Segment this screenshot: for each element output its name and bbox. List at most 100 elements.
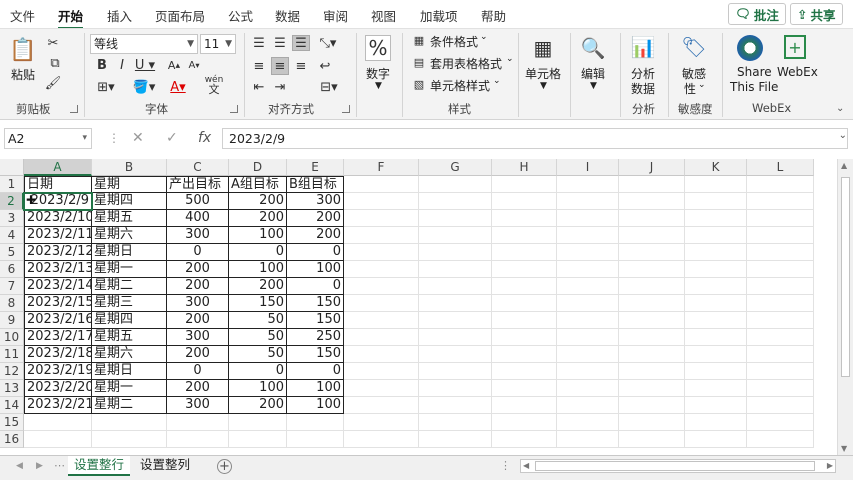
- row-header-12[interactable]: 12: [0, 363, 24, 380]
- borders-icon[interactable]: ⊞▾: [94, 79, 118, 95]
- format-painter-icon[interactable]: 🖌: [44, 75, 62, 91]
- tab-review[interactable]: 审阅: [323, 6, 348, 25]
- increase-indent-icon[interactable]: ⇥: [271, 79, 289, 95]
- header-cell[interactable]: 日期: [24, 176, 92, 193]
- empty-cell[interactable]: [557, 210, 619, 227]
- empty-cell[interactable]: [492, 346, 557, 363]
- paste-label[interactable]: 粘贴: [11, 66, 35, 83]
- wrap-text-icon[interactable]: ↩: [316, 57, 334, 75]
- empty-cell[interactable]: [619, 176, 685, 193]
- table-cell[interactable]: 300: [167, 329, 229, 346]
- empty-cell[interactable]: [747, 380, 814, 397]
- table-cell[interactable]: 2023/2/20: [24, 380, 92, 397]
- table-cell[interactable]: 2023/2/12: [24, 244, 92, 261]
- empty-cell[interactable]: [685, 278, 747, 295]
- empty-cell[interactable]: [287, 414, 344, 431]
- scroll-left-icon[interactable]: ◀: [523, 461, 529, 470]
- share-button[interactable]: ⇪ 共享: [790, 3, 843, 25]
- row-header-9[interactable]: 9: [0, 312, 24, 329]
- empty-cell[interactable]: [229, 414, 287, 431]
- prev-sheet-icon[interactable]: ◀: [16, 461, 23, 471]
- empty-cell[interactable]: [344, 397, 419, 414]
- empty-cell[interactable]: [287, 431, 344, 448]
- align-middle-icon[interactable]: ☰: [271, 35, 289, 51]
- empty-cell[interactable]: [619, 431, 685, 448]
- expand-formula-icon[interactable]: ⌄: [839, 130, 847, 141]
- empty-cell[interactable]: [419, 278, 492, 295]
- empty-cell[interactable]: [619, 278, 685, 295]
- empty-cell[interactable]: [492, 312, 557, 329]
- tab-formulas[interactable]: 公式: [228, 6, 253, 25]
- copy-icon[interactable]: ⧉: [44, 55, 66, 71]
- table-cell[interactable]: 0: [229, 363, 287, 380]
- empty-cell[interactable]: [419, 363, 492, 380]
- empty-cell[interactable]: [419, 176, 492, 193]
- table-cell[interactable]: 星期四: [92, 193, 167, 210]
- empty-cell[interactable]: [685, 227, 747, 244]
- row-header-6[interactable]: 6: [0, 261, 24, 278]
- empty-cell[interactable]: [619, 346, 685, 363]
- empty-cell[interactable]: [344, 193, 419, 210]
- empty-cell[interactable]: [747, 227, 814, 244]
- column-header-l[interactable]: L: [747, 159, 814, 176]
- empty-cell[interactable]: [492, 431, 557, 448]
- empty-cell[interactable]: [619, 261, 685, 278]
- table-cell[interactable]: 0: [287, 278, 344, 295]
- empty-cell[interactable]: [557, 261, 619, 278]
- font-size-select[interactable]: 11 ▼: [200, 34, 236, 54]
- tab-addins[interactable]: 加载项: [420, 6, 458, 25]
- align-top-icon[interactable]: ☰: [250, 35, 268, 51]
- empty-cell[interactable]: [747, 363, 814, 380]
- merge-center-icon[interactable]: ⊟▾: [316, 79, 342, 95]
- empty-cell[interactable]: [344, 329, 419, 346]
- empty-cell[interactable]: [685, 363, 747, 380]
- horizontal-scrollbar[interactable]: ◀ ▶: [520, 459, 836, 473]
- empty-cell[interactable]: [557, 346, 619, 363]
- webex-plus-icon[interactable]: +: [784, 35, 806, 59]
- empty-cell[interactable]: [492, 176, 557, 193]
- empty-cell[interactable]: [344, 295, 419, 312]
- table-cell[interactable]: 300: [167, 397, 229, 414]
- table-cell[interactable]: 星期二: [92, 278, 167, 295]
- empty-cell[interactable]: [419, 431, 492, 448]
- empty-cell[interactable]: [344, 261, 419, 278]
- table-cell[interactable]: 100: [287, 261, 344, 278]
- empty-cell[interactable]: [747, 261, 814, 278]
- table-cell[interactable]: 300: [167, 295, 229, 312]
- empty-cell[interactable]: [747, 431, 814, 448]
- align-right-icon[interactable]: ≡: [292, 57, 310, 75]
- table-cell[interactable]: 0: [167, 244, 229, 261]
- empty-cell[interactable]: [747, 312, 814, 329]
- font-name-select[interactable]: 等线 ▼: [90, 34, 198, 54]
- empty-cell[interactable]: [557, 431, 619, 448]
- empty-cell[interactable]: [344, 363, 419, 380]
- font-shrink-icon[interactable]: A ▾: [186, 57, 202, 73]
- table-cell[interactable]: 2023/2/17: [24, 329, 92, 346]
- table-cell[interactable]: 200: [167, 380, 229, 397]
- empty-cell[interactable]: [747, 329, 814, 346]
- empty-cell[interactable]: [557, 380, 619, 397]
- empty-cell[interactable]: [492, 227, 557, 244]
- tab-page-layout[interactable]: 页面布局: [155, 6, 205, 25]
- sheet-tab-active[interactable]: 设置整行: [68, 456, 131, 476]
- percent-icon[interactable]: %: [365, 35, 391, 61]
- comments-button[interactable]: 🗨 批注: [728, 3, 786, 25]
- table-cell[interactable]: 100: [287, 380, 344, 397]
- empty-cell[interactable]: [685, 244, 747, 261]
- tab-view[interactable]: 视图: [371, 6, 396, 25]
- empty-cell[interactable]: [619, 227, 685, 244]
- table-cell[interactable]: 150: [229, 295, 287, 312]
- empty-cell[interactable]: [619, 312, 685, 329]
- empty-cell[interactable]: [419, 210, 492, 227]
- empty-cell[interactable]: [419, 295, 492, 312]
- table-cell[interactable]: 2023/2/11: [24, 227, 92, 244]
- orientation-icon[interactable]: ⤡▾: [316, 35, 340, 51]
- table-cell[interactable]: 500: [167, 193, 229, 210]
- table-cell[interactable]: 2023/2/14: [24, 278, 92, 295]
- empty-cell[interactable]: [557, 329, 619, 346]
- table-cell[interactable]: 2023/2/21: [24, 397, 92, 414]
- empty-cell[interactable]: [492, 329, 557, 346]
- table-cell[interactable]: 200: [167, 312, 229, 329]
- empty-cell[interactable]: [492, 295, 557, 312]
- empty-cell[interactable]: [492, 261, 557, 278]
